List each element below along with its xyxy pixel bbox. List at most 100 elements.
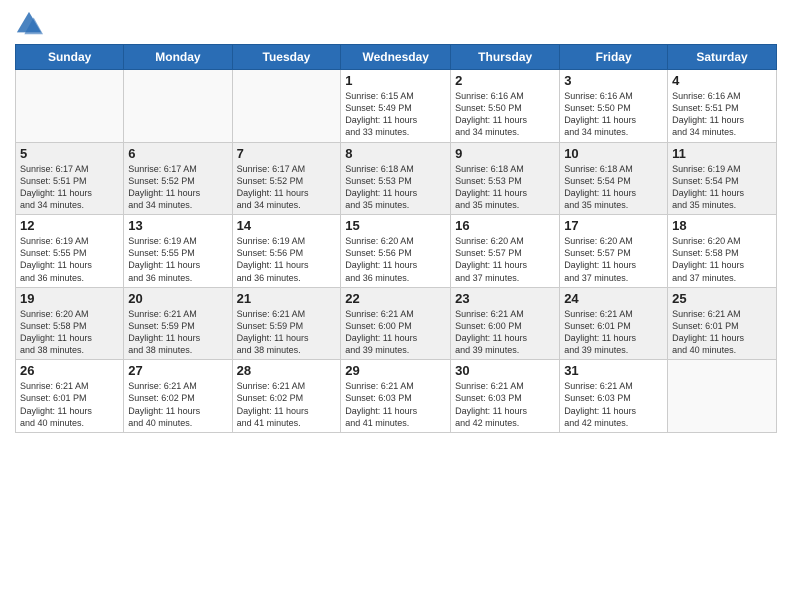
day-info: Sunrise: 6:19 AM Sunset: 5:55 PM Dayligh… <box>20 235 119 284</box>
day-info: Sunrise: 6:17 AM Sunset: 5:51 PM Dayligh… <box>20 163 119 212</box>
calendar-cell <box>668 360 777 433</box>
day-number: 23 <box>455 291 555 306</box>
calendar-cell <box>16 70 124 143</box>
day-number: 26 <box>20 363 119 378</box>
calendar-cell: 7Sunrise: 6:17 AM Sunset: 5:52 PM Daylig… <box>232 142 341 215</box>
day-info: Sunrise: 6:18 AM Sunset: 5:54 PM Dayligh… <box>564 163 663 212</box>
day-number: 9 <box>455 146 555 161</box>
day-number: 30 <box>455 363 555 378</box>
calendar-cell: 20Sunrise: 6:21 AM Sunset: 5:59 PM Dayli… <box>124 287 232 360</box>
day-info: Sunrise: 6:20 AM Sunset: 5:58 PM Dayligh… <box>672 235 772 284</box>
day-number: 31 <box>564 363 663 378</box>
calendar-cell: 11 Sunrise: 6:19 AM Sunset: 5:54 PM Dayli… <box>668 142 777 215</box>
calendar-week-2: 5 Sunrise: 6:17 AM Sunset: 5:51 PM Daylig… <box>16 142 777 215</box>
day-number: 27 <box>128 363 227 378</box>
day-number: 12 <box>20 218 119 233</box>
calendar-cell: 27 Sunrise: 6:21 AM Sunset: 6:02 PM Dayli… <box>124 360 232 433</box>
calendar-cell: 30 Sunrise: 6:21 AM Sunset: 6:03 PM Dayli… <box>451 360 560 433</box>
calendar-header-row: SundayMondayTuesdayWednesdayThursdayFrid… <box>16 45 777 70</box>
header <box>15 10 777 38</box>
calendar-cell: 1 Sunrise: 6:15 AM Sunset: 5:49 PM Daylig… <box>341 70 451 143</box>
calendar-week-3: 12 Sunrise: 6:19 AM Sunset: 5:55 PM Dayli… <box>16 215 777 288</box>
day-number: 15 <box>345 218 446 233</box>
day-number: 13 <box>128 218 227 233</box>
logo <box>15 10 47 38</box>
day-info: Sunrise: 6:19 AM Sunset: 5:54 PM Dayligh… <box>672 163 772 212</box>
day-number: 4 <box>672 73 772 88</box>
day-info: Sunrise: 6:21 AM Sunset: 6:01 PM Dayligh… <box>672 308 772 357</box>
day-info: Sunrise: 6:21 AM Sunset: 6:03 PM Dayligh… <box>564 380 663 429</box>
day-number: 19 <box>20 291 119 306</box>
calendar-cell: 16Sunrise: 6:20 AM Sunset: 5:57 PM Dayli… <box>451 215 560 288</box>
day-number: 14 <box>237 218 337 233</box>
day-number: 29 <box>345 363 446 378</box>
day-header-tuesday: Tuesday <box>232 45 341 70</box>
day-number: 3 <box>564 73 663 88</box>
day-info: Sunrise: 6:16 AM Sunset: 5:51 PM Dayligh… <box>672 90 772 139</box>
calendar-cell: 23 Sunrise: 6:21 AM Sunset: 6:00 PM Dayli… <box>451 287 560 360</box>
day-number: 28 <box>237 363 337 378</box>
calendar-cell: 2Sunrise: 6:16 AM Sunset: 5:50 PM Daylig… <box>451 70 560 143</box>
day-info: Sunrise: 6:18 AM Sunset: 5:53 PM Dayligh… <box>345 163 446 212</box>
calendar-cell: 18 Sunrise: 6:20 AM Sunset: 5:58 PM Dayli… <box>668 215 777 288</box>
day-header-wednesday: Wednesday <box>341 45 451 70</box>
page-container: SundayMondayTuesdayWednesdayThursdayFrid… <box>0 0 792 443</box>
day-info: Sunrise: 6:20 AM Sunset: 5:57 PM Dayligh… <box>564 235 663 284</box>
day-header-friday: Friday <box>560 45 668 70</box>
calendar-cell: 10 Sunrise: 6:18 AM Sunset: 5:54 PM Dayli… <box>560 142 668 215</box>
day-number: 10 <box>564 146 663 161</box>
calendar-cell: 8 Sunrise: 6:18 AM Sunset: 5:53 PM Daylig… <box>341 142 451 215</box>
calendar-cell <box>124 70 232 143</box>
calendar-cell: 29 Sunrise: 6:21 AM Sunset: 6:03 PM Dayli… <box>341 360 451 433</box>
day-info: Sunrise: 6:21 AM Sunset: 6:01 PM Dayligh… <box>20 380 119 429</box>
day-info: Sunrise: 6:21 AM Sunset: 6:02 PM Dayligh… <box>237 380 337 429</box>
day-info: Sunrise: 6:19 AM Sunset: 5:55 PM Dayligh… <box>128 235 227 284</box>
calendar-cell: 21Sunrise: 6:21 AM Sunset: 5:59 PM Dayli… <box>232 287 341 360</box>
calendar-week-5: 26 Sunrise: 6:21 AM Sunset: 6:01 PM Dayli… <box>16 360 777 433</box>
calendar-week-1: 1 Sunrise: 6:15 AM Sunset: 5:49 PM Daylig… <box>16 70 777 143</box>
day-info: Sunrise: 6:21 AM Sunset: 6:01 PM Dayligh… <box>564 308 663 357</box>
calendar-cell: 6Sunrise: 6:17 AM Sunset: 5:52 PM Daylig… <box>124 142 232 215</box>
calendar-table: SundayMondayTuesdayWednesdayThursdayFrid… <box>15 44 777 433</box>
calendar-cell: 5 Sunrise: 6:17 AM Sunset: 5:51 PM Daylig… <box>16 142 124 215</box>
calendar-cell: 12 Sunrise: 6:19 AM Sunset: 5:55 PM Dayli… <box>16 215 124 288</box>
day-info: Sunrise: 6:19 AM Sunset: 5:56 PM Dayligh… <box>237 235 337 284</box>
calendar-cell: 26 Sunrise: 6:21 AM Sunset: 6:01 PM Dayli… <box>16 360 124 433</box>
day-number: 5 <box>20 146 119 161</box>
day-info: Sunrise: 6:20 AM Sunset: 5:58 PM Dayligh… <box>20 308 119 357</box>
calendar-cell: 4 Sunrise: 6:16 AM Sunset: 5:51 PM Daylig… <box>668 70 777 143</box>
day-info: Sunrise: 6:21 AM Sunset: 5:59 PM Dayligh… <box>128 308 227 357</box>
day-number: 16 <box>455 218 555 233</box>
day-number: 24 <box>564 291 663 306</box>
day-number: 11 <box>672 146 772 161</box>
calendar-cell: 22Sunrise: 6:21 AM Sunset: 6:00 PM Dayli… <box>341 287 451 360</box>
day-info: Sunrise: 6:16 AM Sunset: 5:50 PM Dayligh… <box>564 90 663 139</box>
day-info: Sunrise: 6:15 AM Sunset: 5:49 PM Dayligh… <box>345 90 446 139</box>
day-number: 21 <box>237 291 337 306</box>
day-info: Sunrise: 6:18 AM Sunset: 5:53 PM Dayligh… <box>455 163 555 212</box>
calendar-cell: 13 Sunrise: 6:19 AM Sunset: 5:55 PM Dayli… <box>124 215 232 288</box>
calendar-cell: 14 Sunrise: 6:19 AM Sunset: 5:56 PM Dayli… <box>232 215 341 288</box>
day-info: Sunrise: 6:21 AM Sunset: 6:02 PM Dayligh… <box>128 380 227 429</box>
calendar-cell <box>232 70 341 143</box>
calendar-cell: 28 Sunrise: 6:21 AM Sunset: 6:02 PM Dayli… <box>232 360 341 433</box>
calendar-cell: 9 Sunrise: 6:18 AM Sunset: 5:53 PM Daylig… <box>451 142 560 215</box>
calendar-cell: 17 Sunrise: 6:20 AM Sunset: 5:57 PM Dayli… <box>560 215 668 288</box>
day-number: 18 <box>672 218 772 233</box>
calendar-cell: 24 Sunrise: 6:21 AM Sunset: 6:01 PM Dayli… <box>560 287 668 360</box>
day-info: Sunrise: 6:20 AM Sunset: 5:56 PM Dayligh… <box>345 235 446 284</box>
day-number: 22 <box>345 291 446 306</box>
calendar-cell: 31 Sunrise: 6:21 AM Sunset: 6:03 PM Dayli… <box>560 360 668 433</box>
day-info: Sunrise: 6:21 AM Sunset: 6:03 PM Dayligh… <box>345 380 446 429</box>
day-info: Sunrise: 6:17 AM Sunset: 5:52 PM Dayligh… <box>128 163 227 212</box>
day-header-saturday: Saturday <box>668 45 777 70</box>
day-number: 17 <box>564 218 663 233</box>
day-info: Sunrise: 6:21 AM Sunset: 6:00 PM Dayligh… <box>455 308 555 357</box>
day-number: 8 <box>345 146 446 161</box>
day-header-thursday: Thursday <box>451 45 560 70</box>
day-number: 25 <box>672 291 772 306</box>
day-info: Sunrise: 6:17 AM Sunset: 5:52 PM Dayligh… <box>237 163 337 212</box>
day-header-monday: Monday <box>124 45 232 70</box>
day-number: 1 <box>345 73 446 88</box>
day-info: Sunrise: 6:21 AM Sunset: 6:03 PM Dayligh… <box>455 380 555 429</box>
